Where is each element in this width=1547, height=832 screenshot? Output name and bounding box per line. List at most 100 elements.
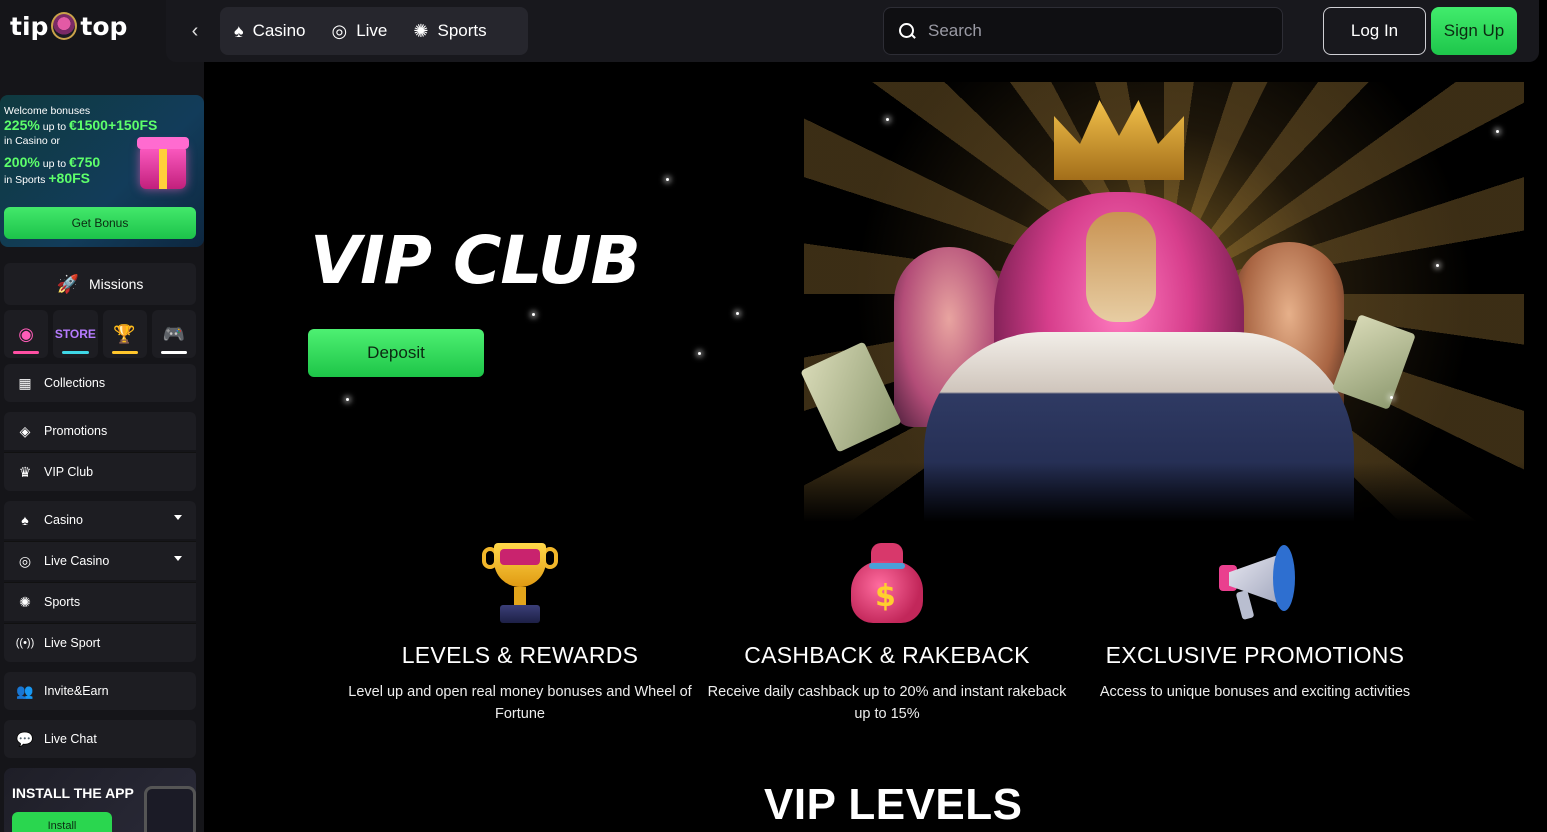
get-bonus-button[interactable]: Get Bonus (4, 207, 196, 239)
logo[interactable]: tip top (10, 8, 127, 44)
category-tabs: ♠ Casino ◎ Live ✺ Sports (220, 7, 528, 55)
sports-upto: up to (39, 158, 70, 170)
sidebar-item-label: Collections (44, 376, 106, 390)
sidebar-item-label: Live Sport (44, 636, 101, 650)
megaphone-icon (1215, 539, 1295, 627)
basketball-icon: ✺ (413, 20, 429, 41)
lion-face-illustration (1086, 212, 1156, 322)
spade-icon: ♠ (234, 20, 244, 41)
chevron-down-icon[interactable] (174, 515, 182, 520)
tab-sports[interactable]: ✺ Sports (413, 21, 486, 42)
search-input[interactable] (928, 21, 1248, 41)
sports-bonus-amount: €750 (69, 154, 101, 170)
store-icon: STORE (54, 327, 96, 341)
deposit-button[interactable]: Deposit (308, 329, 484, 377)
collapse-sidebar-button[interactable]: ‹ (180, 14, 210, 48)
tab-live[interactable]: ◎ Live (331, 21, 387, 42)
tag-icon: ◈ (19, 422, 31, 439)
money-bag-icon: $ (847, 539, 927, 627)
sidebar-item-sports[interactable]: ✺ Sports (4, 583, 196, 621)
hero-fade (204, 462, 1539, 522)
signup-button[interactable]: Sign Up (1431, 7, 1517, 55)
feature-icon-wrap: $ (707, 538, 1067, 628)
tile-progress-bar (160, 351, 187, 354)
sidebar-item-promotions[interactable]: ◈ Promotions (4, 412, 196, 450)
rocket-icon: 🚀 (56, 273, 79, 294)
gift-box-icon (137, 137, 189, 189)
sidebar-item-label: Live Casino (44, 554, 110, 568)
casino-upto: up to (39, 121, 70, 133)
feature-levels-rewards: LEVELS & REWARDS Level up and open real … (340, 538, 700, 725)
sparkle (1390, 396, 1393, 399)
feature-icon-wrap (1075, 538, 1435, 628)
sidebar-item-label: Promotions (44, 424, 108, 438)
feature-description: Receive daily cashback up to 20% and ins… (707, 684, 1067, 722)
welcome-bonus-card[interactable]: Welcome bonuses 225% up to €1500+150FS i… (0, 95, 204, 247)
sidebar-item-label: Sports (44, 595, 81, 609)
mission-tile-trophy[interactable]: 🏆 (102, 310, 147, 358)
feature-exclusive-promotions: EXCLUSIVE PROMOTIONS Access to unique bo… (1075, 538, 1435, 703)
broadcast-icon: ((•)) (15, 637, 35, 649)
sidebar-item-live-chat[interactable]: 💬 Live Chat (4, 720, 196, 758)
sparkle (532, 313, 535, 316)
feature-icon-wrap (340, 538, 700, 628)
vip-levels-heading: VIP LEVELS (764, 780, 1023, 829)
logo-text-top: top (80, 11, 128, 41)
chat-icon: 💬 (16, 730, 34, 747)
sidebar-item-collections[interactable]: ▦ Collections (4, 364, 196, 402)
mission-tile-wheel[interactable]: ◉ (4, 310, 49, 358)
login-button[interactable]: Log In (1323, 7, 1426, 55)
spade-icon: ♠ (21, 512, 29, 528)
sidebar: tip top Welcome bonuses 225% up to €1500… (0, 0, 204, 832)
feature-title: CASHBACK & RAKEBACK (744, 642, 1030, 668)
crown-icon: ♛ (18, 463, 32, 480)
logo-text-tip: tip (10, 11, 49, 41)
phone-icon (144, 786, 196, 832)
sparkle (736, 312, 739, 315)
sidebar-item-label: Invite&Earn (44, 684, 109, 698)
sidebar-item-live-sport[interactable]: ((•)) Live Sport (4, 624, 196, 662)
mission-tile-store[interactable]: STORE (53, 310, 98, 358)
chevron-down-icon[interactable] (174, 556, 182, 561)
tab-label: Casino (252, 21, 306, 40)
wheel-icon: ◉ (18, 323, 34, 344)
mission-tile-games[interactable]: 🎮 (151, 310, 196, 358)
bonus-heading: Welcome bonuses (4, 105, 91, 117)
tab-casino[interactable]: ♠ Casino (234, 21, 305, 42)
sidebar-item-invite-earn[interactable]: 👥 Invite&Earn (4, 672, 196, 710)
sidebar-item-live-casino[interactable]: ◎ Live Casino (4, 542, 196, 580)
install-button[interactable]: Install (12, 812, 112, 832)
sparkle (346, 398, 349, 401)
sparkle (1496, 130, 1499, 133)
collections-icon: ▦ (18, 374, 32, 391)
sidebar-item-vip-club[interactable]: ♛ VIP Club (4, 453, 196, 491)
sidebar-item-casino[interactable]: ♠ Casino (4, 501, 196, 539)
bonus-text: Welcome bonuses 225% up to €1500+150FS i… (4, 104, 157, 187)
live-target-icon: ◎ (18, 552, 32, 569)
basketball-icon: ✺ (19, 593, 31, 610)
sparkle (1436, 264, 1439, 267)
tile-progress-bar (62, 351, 89, 354)
search-bar[interactable] (883, 7, 1283, 55)
gamepad-icon: 🎮 (162, 323, 186, 344)
mission-tiles: ◉ STORE 🏆 🎮 (4, 310, 196, 358)
casino-suffix: in Casino or (4, 135, 61, 147)
sparkle (666, 178, 669, 181)
trophy-icon: 🏆 (113, 323, 136, 344)
casino-bonus-pct: 225% (4, 117, 40, 133)
sparkle (698, 352, 701, 355)
install-app-card: INSTALL THE APP Install (4, 768, 196, 832)
tab-label: Live (356, 21, 388, 40)
users-icon: 👥 (16, 682, 34, 699)
tile-progress-bar (111, 351, 138, 354)
tab-label: Sports (437, 21, 487, 40)
missions-label: Missions (88, 276, 144, 292)
sidebar-item-label: Casino (44, 513, 83, 527)
sports-prefix: in Sports (4, 174, 49, 186)
trophy-icon (480, 539, 560, 627)
feature-title: LEVELS & REWARDS (401, 642, 639, 668)
feature-description: Access to unique bonuses and exciting ac… (1099, 684, 1411, 700)
missions-button[interactable]: 🚀 Missions (4, 263, 196, 305)
feature-description: Level up and open real money bonuses and… (348, 684, 692, 722)
sidebar-item-label: VIP Club (44, 465, 94, 479)
